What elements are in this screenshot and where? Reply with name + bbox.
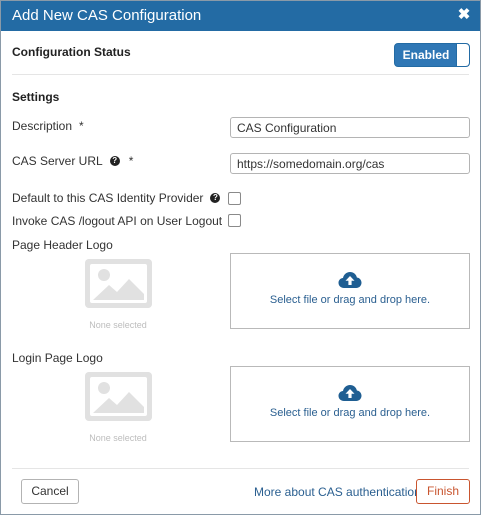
cas-server-url-input[interactable] (230, 153, 470, 174)
dialog-header: Add New CAS Configuration ✖ (1, 1, 480, 31)
login-page-logo-none-selected: None selected (89, 433, 147, 443)
default-provider-label-text: Default to this CAS Identity Provider (12, 191, 204, 205)
toggle-label: Enabled (402, 48, 450, 62)
invoke-logout-label: Invoke CAS /logout API on User Logout ? (12, 214, 240, 228)
configuration-status-label: Configuration Status (12, 45, 131, 59)
more-about-cas-link[interactable]: More about CAS authentication (254, 485, 421, 499)
close-icon[interactable]: ✖ (457, 7, 471, 23)
dropzone-text: Select file or drag and drop here. (269, 294, 431, 306)
page-header-logo-label: Page Header Logo (12, 238, 113, 252)
divider (12, 74, 469, 75)
footer-divider (12, 468, 469, 469)
image-placeholder-icon (85, 372, 152, 421)
default-provider-checkbox[interactable] (228, 192, 241, 205)
cancel-button[interactable]: Cancel (21, 479, 79, 504)
required-mark: * (79, 119, 84, 133)
required-mark: * (128, 154, 134, 168)
login-page-logo-label: Login Page Logo (12, 351, 103, 365)
invoke-logout-checkbox[interactable] (228, 214, 241, 227)
cas-server-url-label-text: CAS Server URL (12, 154, 103, 168)
login-page-logo-dropzone[interactable]: Select file or drag and drop here. (230, 366, 470, 442)
toggle-knob (456, 44, 469, 66)
cloud-upload-icon (338, 272, 362, 288)
cloud-upload-icon (338, 385, 362, 401)
dialog-title: Add New CAS Configuration (12, 7, 202, 24)
cas-server-url-label: CAS Server URL ? * (12, 154, 133, 168)
enabled-toggle[interactable]: Enabled (394, 43, 470, 67)
page-header-logo-none-selected: None selected (89, 320, 147, 330)
help-icon[interactable]: ? (210, 193, 221, 203)
dropzone-text: Select file or drag and drop here. (269, 407, 431, 419)
image-placeholder-icon (85, 259, 152, 308)
finish-button[interactable]: Finish (416, 479, 470, 504)
description-label: Description * (12, 119, 84, 133)
default-provider-label: Default to this CAS Identity Provider ? (12, 191, 221, 205)
description-input[interactable] (230, 117, 470, 138)
add-cas-configuration-dialog: Add New CAS Configuration ✖ Configuratio… (0, 0, 481, 515)
page-header-logo-dropzone[interactable]: Select file or drag and drop here. (230, 253, 470, 329)
description-label-text: Description (12, 119, 73, 133)
invoke-logout-label-text: Invoke CAS /logout API on User Logout (12, 214, 223, 228)
help-icon[interactable]: ? (109, 156, 120, 166)
settings-heading: Settings (12, 90, 60, 104)
